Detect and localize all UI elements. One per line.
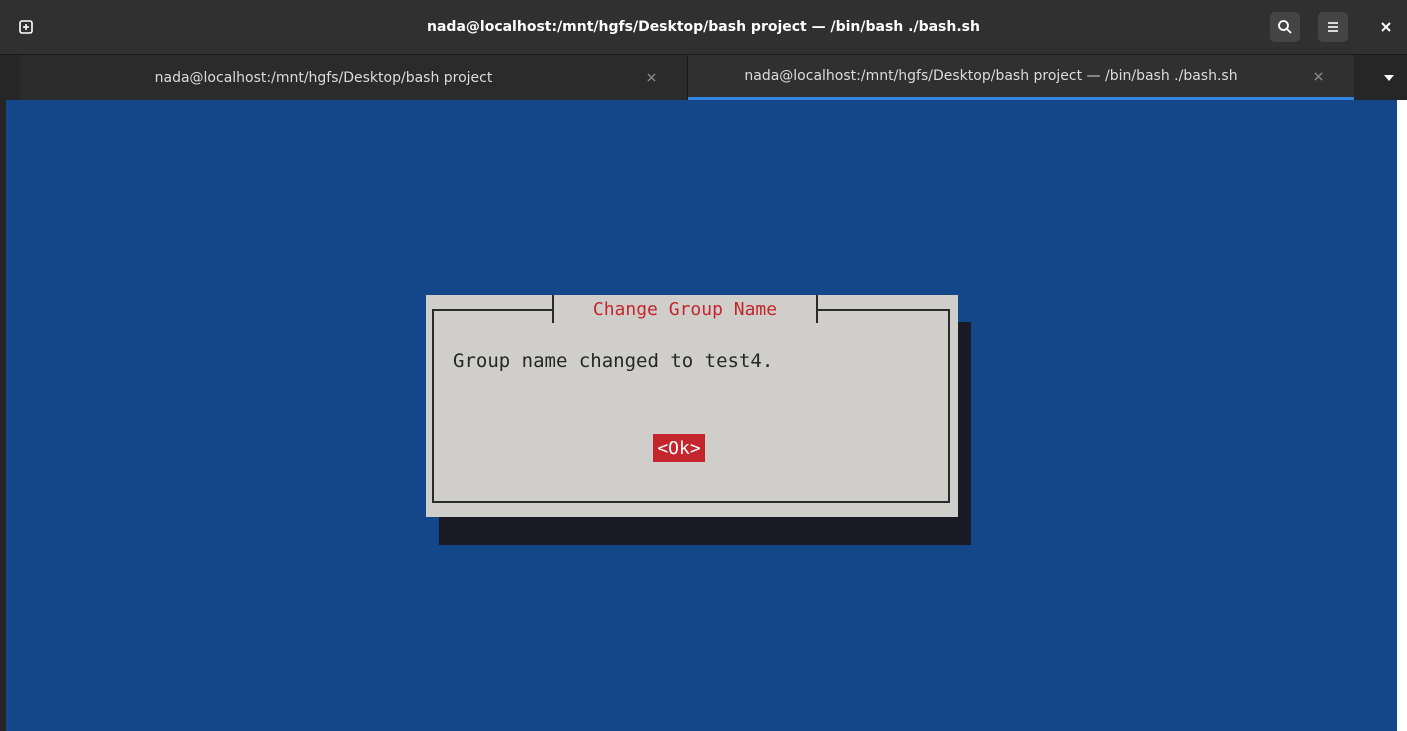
tab-bar: nada@localhost:/mnt/hgfs/Desktop/bash pr…	[0, 54, 1407, 100]
tab-close-button[interactable]	[1306, 55, 1330, 97]
chevron-down-icon	[1384, 74, 1394, 81]
tab-label: nada@localhost:/mnt/hgfs/Desktop/bash pr…	[744, 68, 1238, 84]
close-icon	[1381, 22, 1391, 32]
new-tab-icon	[19, 20, 33, 34]
dialog-frame	[432, 309, 950, 503]
tab-bash-project[interactable]: nada@localhost:/mnt/hgfs/Desktop/bash pr…	[20, 55, 688, 100]
hamburger-menu-icon	[1328, 22, 1338, 32]
header-bar: nada@localhost:/mnt/hgfs/Desktop/bash pr…	[0, 0, 1407, 54]
tab-list-dropdown[interactable]	[1374, 55, 1404, 100]
close-window-button[interactable]	[1372, 12, 1400, 42]
tab-close-button[interactable]	[639, 55, 663, 100]
close-icon	[1313, 71, 1323, 81]
close-icon	[646, 73, 656, 82]
search-icon	[1278, 20, 1292, 34]
dialog-message: Group name changed to test4.	[453, 350, 774, 372]
search-button[interactable]	[1270, 12, 1300, 42]
tab-label: nada@localhost:/mnt/hgfs/Desktop/bash pr…	[154, 69, 493, 86]
dialog-title: Change Group Name	[552, 295, 818, 323]
terminal-window: nada@localhost:/mnt/hgfs/Desktop/bash pr…	[0, 0, 1407, 731]
message-dialog: Change Group Name Group name changed to …	[426, 295, 958, 517]
new-tab-button[interactable]	[11, 12, 41, 42]
ok-button[interactable]: <Ok>	[653, 434, 705, 462]
tab-bash-script[interactable]: nada@localhost:/mnt/hgfs/Desktop/bash pr…	[688, 55, 1354, 100]
window-title: nada@localhost:/mnt/hgfs/Desktop/bash pr…	[427, 19, 980, 35]
terminal-scrollbar[interactable]	[1397, 100, 1407, 731]
main-menu-button[interactable]	[1318, 12, 1348, 42]
